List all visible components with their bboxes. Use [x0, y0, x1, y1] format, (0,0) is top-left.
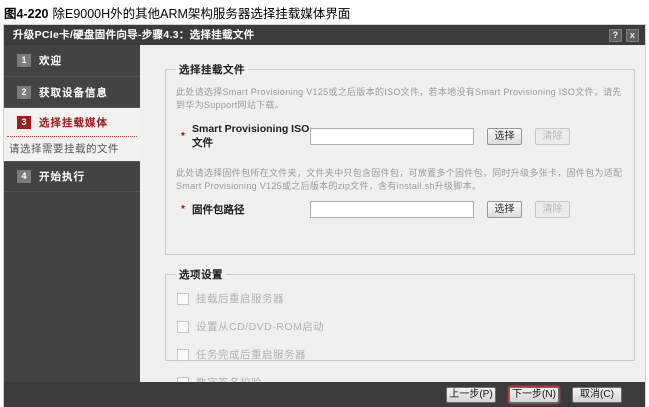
checkbox-row-restart-after-task: 任务完成后重启服务器: [177, 347, 626, 362]
firmware-description: 此处请选择固件包所在文件夹，文件夹中只包含固件包，可放置多个固件包，同时升级多张…: [176, 167, 624, 193]
screenshot-root: 图4-220 除E9000H外的其他ARM架构服务器选择挂载媒体界面 升级PCIe…: [0, 0, 649, 407]
dialog-footer: 上一步(P) 下一步(N) 取消(C): [4, 382, 645, 407]
required-mark: *: [178, 131, 188, 142]
active-step-head: 3 选择挂载媒体: [4, 115, 140, 130]
step-label: 选择挂载媒体: [39, 115, 108, 130]
wizard-dialog: 升级PCIe卡/硬盘固件向导-步骤4.3：选择挂载文件 ? x 1 欢迎 2 获…: [4, 25, 645, 407]
step-label: 获取设备信息: [39, 85, 108, 100]
options-section-legend: 选项设置: [176, 267, 226, 282]
firmware-clear-button: 清除: [535, 201, 570, 218]
checkbox-label: 挂载后重启服务器: [196, 291, 284, 306]
firmware-path-label: 固件包路径: [192, 202, 310, 217]
sidebar-step-welcome[interactable]: 1 欢迎: [4, 45, 140, 77]
mount-section-legend: 选择挂载文件: [176, 62, 248, 77]
sidebar-step-device-info[interactable]: 2 获取设备信息: [4, 77, 140, 108]
active-step-divider: [7, 136, 137, 137]
cancel-button[interactable]: 取消(C): [572, 387, 622, 403]
step-number-badge: 2: [17, 86, 31, 99]
iso-field-row: * Smart Provisioning ISO文件 选择 清除: [174, 123, 626, 150]
dialog-titlebar: 升级PCIe卡/硬盘固件向导-步骤4.3：选择挂载文件 ? x: [4, 25, 645, 45]
firmware-field-row: * 固件包路径 选择 清除: [174, 201, 626, 218]
next-step-button[interactable]: 下一步(N): [509, 387, 559, 403]
mount-file-section: 选择挂载文件 此处请选择Smart Provisioning V125或之后版本…: [165, 62, 635, 255]
main-content: 选择挂载文件 此处请选择Smart Provisioning V125或之后版本…: [140, 45, 645, 382]
sidebar-step-execute[interactable]: 4 开始执行: [4, 162, 140, 192]
checkbox-icon: [177, 349, 189, 361]
step-label: 欢迎: [39, 53, 62, 68]
checkbox-label: 设置从CD/DVD-ROM启动: [196, 319, 324, 334]
figure-caption: 图4-220 除E9000H外的其他ARM架构服务器选择挂载媒体界面: [4, 3, 350, 22]
iso-field-label: Smart Provisioning ISO文件: [192, 123, 310, 150]
dialog-title: 升级PCIe卡/硬盘固件向导-步骤4.3：选择挂载文件: [13, 29, 254, 41]
iso-description: 此处请选择Smart Provisioning V125或之后版本的ISO文件，…: [176, 86, 624, 112]
required-mark: *: [178, 204, 188, 215]
previous-step-button[interactable]: 上一步(P): [446, 387, 496, 403]
iso-file-input[interactable]: [310, 128, 474, 145]
firmware-path-input[interactable]: [310, 201, 474, 218]
active-step-subtitle: 请选择需要挂载的文件: [4, 141, 140, 156]
firmware-select-button[interactable]: 选择: [487, 201, 522, 218]
step-label: 开始执行: [39, 169, 85, 184]
iso-clear-button: 清除: [535, 128, 570, 145]
wizard-step-sidebar: 1 欢迎 2 获取设备信息 3 选择挂载媒体 请选择需要挂载的文件 4: [4, 45, 140, 382]
options-section: 选项设置 挂载后重启服务器 设置从CD/DVD-ROM启动 任务完成后重启服务器: [165, 267, 635, 361]
dialog-body: 1 欢迎 2 获取设备信息 3 选择挂载媒体 请选择需要挂载的文件 4: [4, 45, 645, 382]
step-number-badge: 4: [17, 170, 31, 183]
checkbox-icon: [177, 321, 189, 333]
help-icon[interactable]: ?: [609, 29, 622, 42]
sidebar-step-select-media-active[interactable]: 3 选择挂载媒体 请选择需要挂载的文件: [4, 108, 140, 162]
close-icon[interactable]: x: [626, 29, 639, 42]
figure-number: 图4-220: [4, 7, 48, 21]
iso-select-button[interactable]: 选择: [487, 128, 522, 145]
checkbox-icon: [177, 293, 189, 305]
checkbox-row-restart-after-mount: 挂载后重启服务器: [177, 291, 626, 306]
figure-title: 除E9000H外的其他ARM架构服务器选择挂载媒体界面: [52, 7, 350, 21]
checkbox-label: 任务完成后重启服务器: [196, 347, 306, 362]
step-number-badge: 1: [17, 54, 31, 67]
checkbox-row-boot-from-cd: 设置从CD/DVD-ROM启动: [177, 319, 626, 334]
step-number-badge: 3: [17, 116, 31, 129]
